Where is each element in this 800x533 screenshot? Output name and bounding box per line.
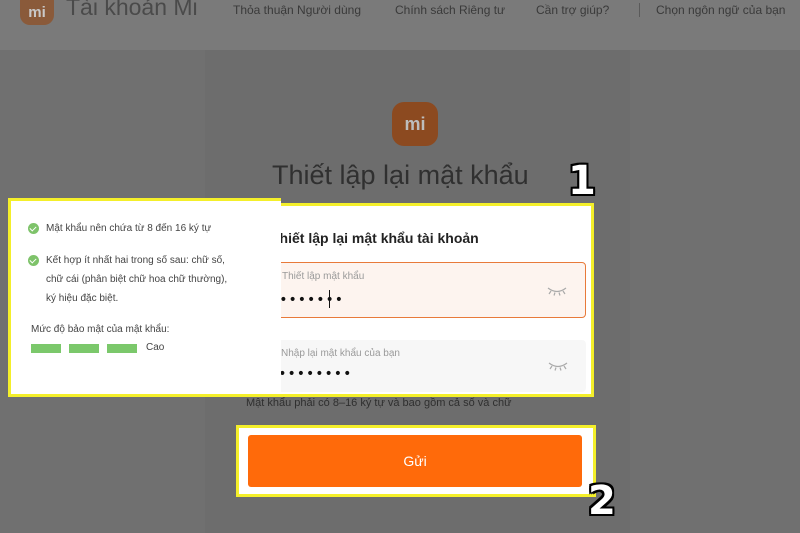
confirm-password-input[interactable]	[269, 364, 509, 384]
new-password-field[interactable]: Thiết lập mật khẩu	[251, 262, 586, 318]
header-divider	[639, 3, 640, 17]
confirm-password-label: Nhập lại mật khẩu của bạn	[281, 348, 400, 359]
top-header: mi Tài khoản Mi Thỏa thuận Người dùng Ch…	[0, 0, 800, 50]
check-circle-icon	[28, 255, 39, 266]
strength-bar-segment	[69, 344, 99, 353]
page-title: Thiết lập lại mật khẩu	[272, 160, 529, 190]
strength-value: Cao	[146, 342, 165, 353]
text-caret	[329, 290, 330, 308]
eye-closed-icon[interactable]	[547, 285, 567, 297]
strength-bar-segment	[31, 344, 61, 353]
eye-closed-icon[interactable]	[548, 360, 568, 372]
form-title: Thiết lập lại mật khẩu tài khoản	[271, 230, 479, 246]
password-hint: Mật khẩu phải có 8–16 ký tự và bao gồm c…	[246, 397, 512, 409]
link-language[interactable]: Chọn ngôn ngữ của bạn	[656, 3, 785, 17]
check-circle-icon	[28, 223, 39, 234]
submit-highlight: Gửi	[236, 425, 596, 497]
step-marker-1: 1	[568, 158, 596, 204]
mi-logo[interactable]: mi	[20, 0, 54, 25]
link-user-agreement[interactable]: Thỏa thuận Người dùng	[233, 3, 361, 17]
step-marker-2: 2	[588, 478, 616, 524]
new-password-input[interactable]	[270, 290, 510, 310]
link-help[interactable]: Cần trợ giúp?	[536, 3, 609, 17]
submit-button[interactable]: Gửi	[248, 435, 582, 487]
brand-title: Tài khoản Mi	[66, 0, 198, 20]
confirm-password-field[interactable]: Nhập lại mật khẩu của bạn	[251, 340, 586, 392]
reset-password-form: Thiết lập lại mật khẩu tài khoản Thiết l…	[238, 203, 594, 397]
password-requirements-popup: Mật khẩu nên chứa từ 8 đến 16 ký tự Kết …	[8, 198, 281, 397]
strength-label: Mức độ bảo mật của mật khẩu:	[31, 324, 170, 335]
mi-logo-main: mi	[392, 102, 438, 146]
strength-bar-segment	[107, 344, 137, 353]
link-privacy-policy[interactable]: Chính sách Riêng tư	[395, 3, 505, 17]
new-password-label: Thiết lập mật khẩu	[282, 271, 365, 282]
